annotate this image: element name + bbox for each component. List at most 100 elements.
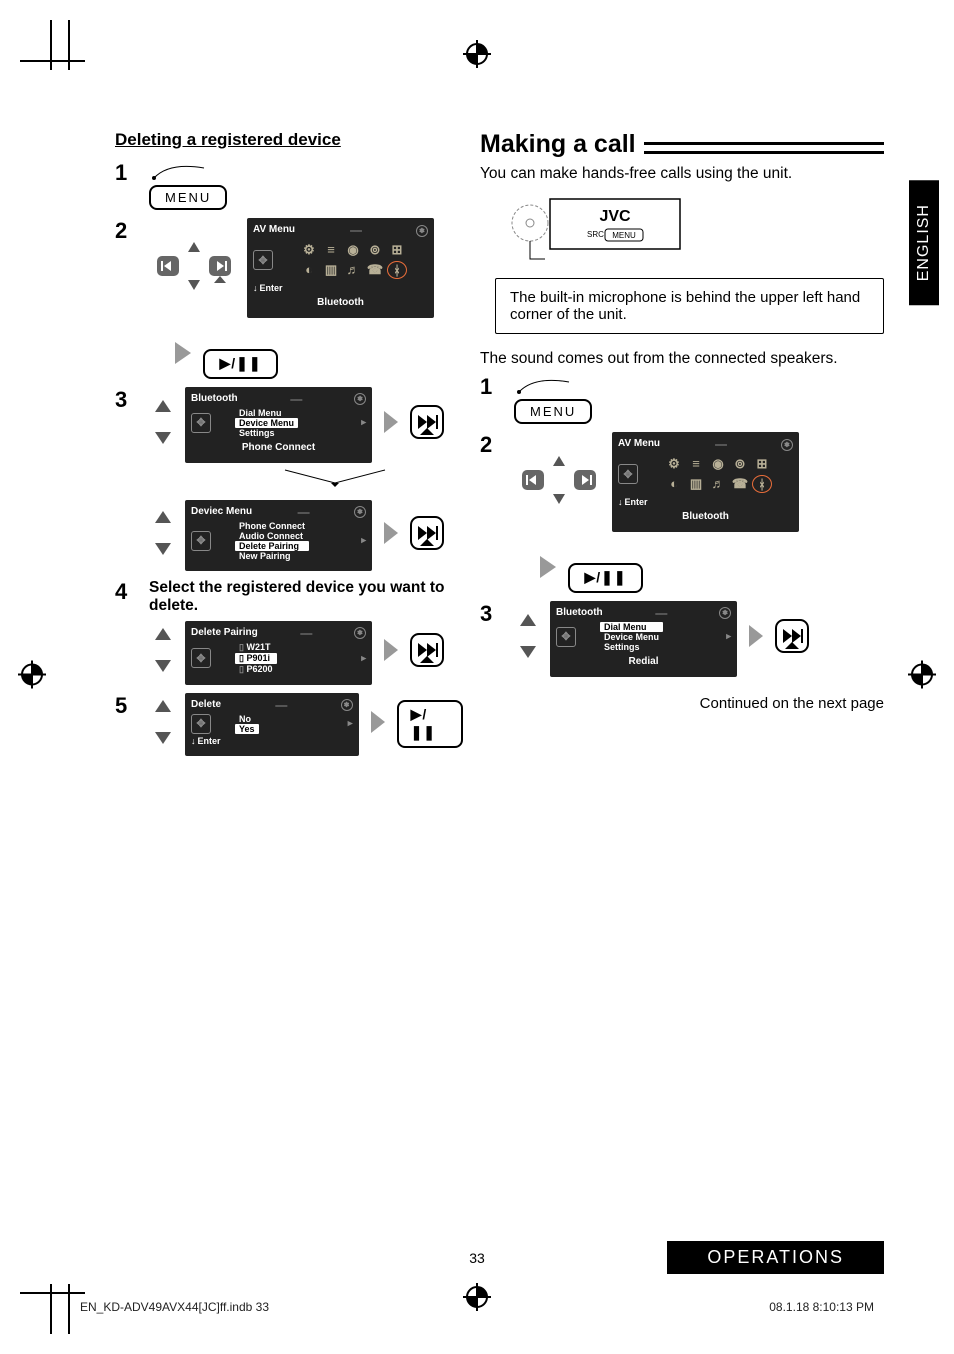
- step-1: 1 MENU: [115, 160, 460, 210]
- step-5: 5 Delete-------✽ ✥ No Yes: [115, 693, 460, 756]
- step-3: 3 Bluetooth-------✽ ✥ Dial Menu Device M…: [480, 601, 884, 677]
- play-arrow-icon: [380, 518, 402, 553]
- imprint-right: 08.1.18 8:10:13 PM: [769, 1300, 874, 1314]
- list-item: ▯ W21T: [235, 642, 277, 653]
- up-down-icon[interactable]: [149, 394, 177, 455]
- next-track-button[interactable]: [410, 633, 444, 672]
- left-column: Deleting a registered device 1 MENU 2: [115, 130, 460, 1204]
- screen-title: Bluetooth: [191, 393, 238, 404]
- play-arrow-icon: [380, 635, 402, 670]
- list-item: No: [235, 714, 259, 724]
- list-item: Settings: [600, 642, 663, 652]
- operations-bar: OPERATIONS: [667, 1241, 884, 1274]
- screen-title: Delete Pairing: [191, 627, 258, 638]
- step-number: 3: [115, 387, 137, 413]
- cross-nav-icon: ✥: [253, 250, 273, 270]
- step-4: 4 Select the registered device you want …: [115, 579, 460, 685]
- up-down-icon[interactable]: [149, 505, 177, 566]
- cross-nav-icon: ✥: [191, 531, 211, 551]
- making-call-heading: Making a call: [480, 130, 884, 159]
- section-title-text: Making a call: [480, 130, 636, 159]
- screen-title: AV Menu: [253, 224, 295, 235]
- flow-arrow-icon: [209, 467, 460, 492]
- pointer-line-icon: [514, 374, 574, 394]
- content-area: Deleting a registered device 1 MENU 2: [115, 130, 884, 1204]
- screen-title: Deviec Menu: [191, 506, 252, 517]
- list-item: Device Menu: [235, 418, 298, 428]
- play-pause-button[interactable]: ▶/❚❚: [568, 563, 642, 593]
- step-number: 2: [480, 432, 502, 458]
- cross-nav-icon: ✥: [191, 714, 211, 734]
- play-arrow-icon: [534, 569, 564, 586]
- registration-mark-icon: [463, 40, 491, 73]
- play-pause-button[interactable]: ▶/❚❚: [203, 349, 277, 379]
- screen-title: Delete: [191, 699, 221, 710]
- play-arrow-icon: [367, 707, 389, 742]
- screen-caption: Bluetooth: [253, 297, 428, 308]
- step-number: 2: [115, 218, 137, 244]
- menu-icon-grid: ⚙≡◉⊚⊞ ◐▥♬☎ᚼ: [299, 241, 428, 279]
- list-item: New Pairing: [235, 551, 309, 561]
- menu-label: MENU: [612, 231, 636, 240]
- title-bar: [644, 142, 884, 154]
- list-item: Settings: [235, 428, 298, 438]
- list-item: Dial Menu: [600, 622, 663, 632]
- enter-label: Enter: [625, 497, 648, 507]
- bluetooth-menu-screen: Bluetooth-------✽ ✥ Dial Menu Device Men…: [185, 387, 372, 463]
- jvc-logo: JVC: [599, 208, 631, 225]
- list-item: Device Menu: [600, 632, 663, 642]
- unit-diagram: JVC SRC MENU: [505, 193, 884, 268]
- step-2: 2 AV Menu-------✽: [115, 218, 460, 379]
- deleting-heading: Deleting a registered device: [115, 130, 460, 150]
- continued-text: Continued on the next page: [480, 695, 884, 712]
- play-arrow-icon: [380, 407, 402, 442]
- list-item: Delete Pairing: [235, 541, 309, 551]
- imprint-left: EN_KD-ADV49AVX44[JC]ff.indb 33: [80, 1300, 269, 1314]
- next-track-button[interactable]: [410, 516, 444, 555]
- up-down-icon[interactable]: [514, 608, 542, 669]
- registration-mark-icon: [908, 661, 936, 694]
- list-item: Dial Menu: [235, 408, 298, 418]
- enter-label: Enter: [198, 736, 221, 746]
- up-down-icon[interactable]: [149, 622, 177, 683]
- nav-dpad-icon[interactable]: [514, 452, 604, 513]
- step-number: 5: [115, 693, 137, 719]
- next-track-button[interactable]: [410, 405, 444, 444]
- crop-mark: [20, 1292, 85, 1294]
- cross-nav-icon: ✥: [191, 413, 211, 433]
- step-1: 1 MENU: [480, 374, 884, 424]
- next-track-button[interactable]: [775, 619, 809, 658]
- cross-nav-icon: ✥: [618, 464, 638, 484]
- step-number: 1: [480, 374, 502, 400]
- step-instruction: Select the registered device you want to…: [149, 579, 460, 615]
- microphone-callout: The built-in microphone is behind the up…: [495, 278, 884, 334]
- list-item: Audio Connect: [235, 531, 309, 541]
- menu-icon-grid: ⚙≡◉⊚⊞ ◐▥♬☎ᚼ: [664, 455, 793, 493]
- bluetooth-menu-screen: Bluetooth-------✽ ✥ Dial Menu Device Men…: [550, 601, 737, 677]
- crop-mark: [68, 20, 70, 70]
- step-number: 4: [115, 579, 137, 605]
- pointer-line-icon: [149, 160, 209, 180]
- enter-label: Enter: [260, 283, 283, 293]
- right-column: ENGLISH Making a call You can make hands…: [480, 130, 884, 1204]
- delete-confirm-screen: Delete-------✽ ✥ No Yes ▸ ↓Enter: [185, 693, 359, 756]
- list-item: Yes: [235, 724, 259, 734]
- play-arrow-icon: [745, 621, 767, 656]
- src-label: SRC: [587, 230, 604, 239]
- list-item: Phone Connect: [235, 521, 309, 531]
- play-pause-button[interactable]: ▶/❚❚: [397, 700, 464, 748]
- sound-text: The sound comes out from the connected s…: [480, 350, 884, 368]
- screen-caption: Redial: [556, 656, 731, 667]
- step-3: 3 Bluetooth-------✽ ✥ Dial Menu Device M…: [115, 387, 460, 571]
- play-arrow-icon: [169, 355, 199, 372]
- bluetooth-icon: ᚼ: [752, 475, 772, 493]
- page: Deleting a registered device 1 MENU 2: [0, 0, 954, 1354]
- up-down-icon[interactable]: [149, 694, 177, 755]
- av-menu-screen: AV Menu-------✽ ✥ ⚙≡◉⊚⊞ ◐▥♬☎ᚼ: [247, 218, 434, 318]
- menu-button[interactable]: MENU: [149, 185, 227, 210]
- nav-dpad-icon[interactable]: [149, 238, 239, 299]
- cross-nav-icon: ✥: [191, 648, 211, 668]
- crop-mark: [50, 20, 52, 70]
- menu-button[interactable]: MENU: [514, 399, 592, 424]
- delete-pairing-screen: Delete Pairing-------✽ ✥ ▯ W21T ▯ P901i …: [185, 621, 372, 685]
